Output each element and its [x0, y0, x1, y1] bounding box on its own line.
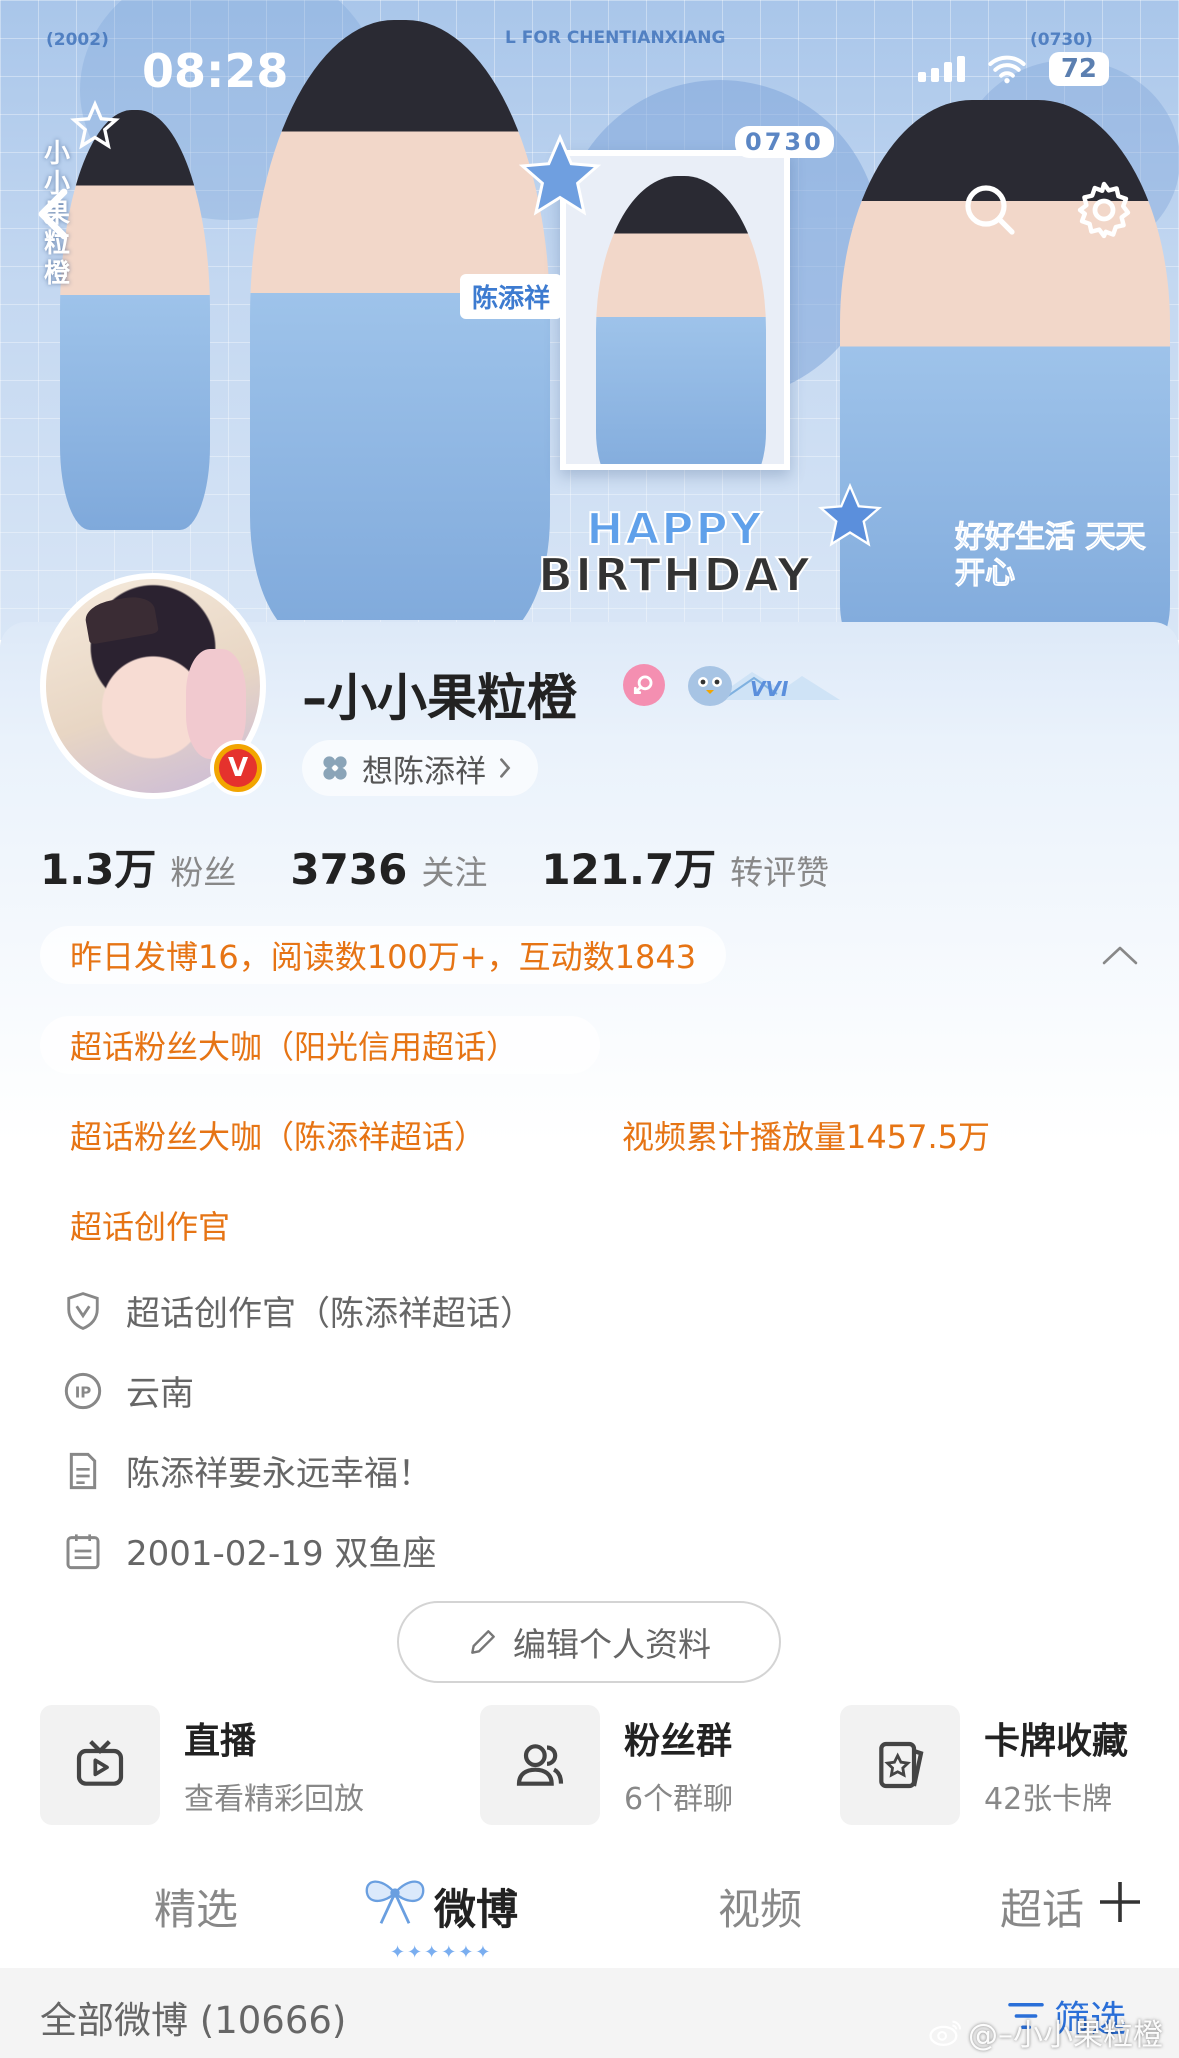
star-decoration-icon — [817, 482, 883, 547]
chevron-up-icon[interactable] — [1100, 940, 1140, 970]
activity-summary[interactable]: 昨日发博16，阅读数100万+，互动数1843 — [40, 926, 727, 984]
stat-label: 转评赞 — [730, 853, 830, 892]
tab-video[interactable]: 视频 — [718, 1876, 802, 1937]
stat-label: 粉丝 — [170, 853, 237, 892]
live-tv-icon — [76, 1740, 124, 1786]
weibo-watermark: @–小小果粒橙 — [928, 2010, 1163, 2054]
star-decoration-icon — [70, 100, 120, 150]
calendar-icon — [66, 1533, 100, 1569]
edit-profile-label: 编辑个人资料 — [513, 1625, 711, 1664]
svg-text:IP: IP — [75, 1383, 92, 1401]
tile-title: 粉丝群 — [624, 1721, 733, 1762]
signal-icon — [917, 56, 965, 82]
banner-birthday-text: BIRTHDAY — [537, 548, 813, 602]
info-row-ip: IP 云南 — [62, 1366, 194, 1415]
stat-following[interactable]: 3736 关注 — [290, 845, 487, 894]
card-icon — [879, 1741, 924, 1789]
honor-badge[interactable]: 超话创作官 — [40, 1196, 260, 1254]
chip-label: 想陈添祥 — [362, 753, 486, 790]
banner-year-text: (2002) — [46, 30, 109, 50]
shield-v-icon — [67, 1291, 99, 1330]
post-count: 全部微博 (10666) — [40, 1999, 347, 2042]
info-row-bio: 陈添祥要永远幸福！ — [62, 1446, 432, 1495]
profile-banner[interactable]: (2002) L FOR CHENTIANXIANG (0730) 0730 陈… — [0, 0, 1179, 640]
tile-live[interactable]: 直播 查看精彩回放 — [40, 1705, 364, 1825]
tile-card-collection[interactable]: 卡牌收藏 42张卡牌 — [840, 1705, 1128, 1825]
honor-badge[interactable]: 视频累计播放量1457.5万 — [592, 1106, 1020, 1164]
tab-active-indicator: ✦✦✦✦✦✦ — [390, 1942, 493, 1963]
member-level-badge[interactable]: VVI — [682, 660, 842, 708]
back-arrow-icon[interactable] — [34, 186, 74, 242]
status-icons: 72 — [917, 52, 1109, 86]
stat-number: 1.3万 — [40, 845, 157, 894]
battery-indicator: 72 — [1048, 52, 1109, 86]
feature-tiles: 直播查看精彩回放 粉丝群 6个群聊 卡牌收藏 42张卡牌 — [40, 1705, 1150, 1825]
group-icon — [516, 1744, 564, 1786]
star-decoration-icon — [518, 133, 602, 216]
watermark-text: @–小小果粒橙 — [968, 2018, 1163, 2053]
banner-name-tag: 陈添祥 — [460, 274, 563, 319]
profile-stats: 1.3万 粉丝 3736 关注 121.7万 转评赞 — [40, 836, 883, 897]
tab-featured[interactable]: 精选 — [154, 1876, 238, 1937]
profile-username: –小小果粒橙 — [302, 669, 577, 727]
tab-weibo[interactable]: 微博 — [434, 1876, 518, 1937]
tile-title: 卡牌收藏 — [984, 1721, 1129, 1762]
stat-likes[interactable]: 121.7万 转评赞 — [541, 836, 829, 897]
settings-gear-icon[interactable] — [1072, 178, 1136, 242]
female-gender-icon — [623, 664, 665, 706]
tile-subtitle: 查看精彩回放 — [184, 1782, 364, 1817]
honor-badge[interactable]: 超话粉丝大咖（阳光信用超话） — [40, 1016, 600, 1074]
edit-profile-button[interactable]: 编辑个人资料 — [397, 1601, 781, 1683]
bow-decoration-icon — [365, 1880, 425, 1924]
banner-figure-left — [60, 110, 210, 530]
ip-icon: IP — [64, 1372, 102, 1409]
wifi-icon — [988, 55, 1026, 84]
profile-tabs: 精选 微博 ✦✦✦✦✦✦ 视频 超话 — [0, 1858, 1179, 1968]
stat-label: 关注 — [421, 853, 488, 892]
supertopic-chip[interactable]: 想陈添祥 — [302, 740, 538, 796]
plus-icon[interactable] — [1096, 1878, 1144, 1926]
banner-happy-text: HAPPY — [585, 504, 764, 555]
honor-badge[interactable]: 超话粉丝大咖（陈添祥超话） — [40, 1106, 516, 1164]
search-icon[interactable] — [958, 178, 1022, 242]
tab-supertopic[interactable]: 超话 — [1000, 1876, 1084, 1937]
level-badge-text: VVI — [750, 677, 789, 701]
stat-followers[interactable]: 1.3万 粉丝 — [40, 836, 236, 897]
info-text: 2001-02-19 双鱼座 — [126, 1534, 437, 1574]
document-icon — [69, 1452, 97, 1489]
banner-slogan: 好好生活 天天开心 — [955, 520, 1146, 592]
info-row-supertopic: 超话创作官（陈添祥超话） — [62, 1286, 534, 1335]
tile-subtitle: 42张卡牌 — [984, 1782, 1113, 1817]
banner-date-text: (0730) — [1030, 30, 1093, 50]
info-row-birthday: 2001-02-19 双鱼座 — [62, 1526, 436, 1575]
tile-fan-group[interactable]: 粉丝群 6个群聊 — [480, 1705, 733, 1825]
info-text: 超话创作官（陈添祥超话） — [126, 1294, 534, 1334]
pencil-icon — [471, 1630, 495, 1654]
clover-icon — [323, 756, 347, 780]
stat-number: 121.7万 — [541, 845, 717, 894]
info-text: 陈添祥要永远幸福！ — [126, 1454, 432, 1494]
chevron-right-icon — [500, 758, 511, 778]
banner-happy-birthday: HAPPY BIRTHDAY — [505, 504, 845, 602]
tile-title: 直播 — [184, 1721, 257, 1762]
status-time: 08:28 — [142, 44, 289, 98]
banner-date-badge: 0730 — [735, 126, 834, 158]
stat-number: 3736 — [290, 845, 408, 894]
info-text: 云南 — [126, 1374, 194, 1414]
verified-v-icon: V — [219, 749, 257, 787]
weibo-logo-icon — [929, 2020, 962, 2047]
tile-subtitle: 6个群聊 — [624, 1782, 734, 1817]
verified-badge[interactable]: V — [210, 740, 266, 796]
